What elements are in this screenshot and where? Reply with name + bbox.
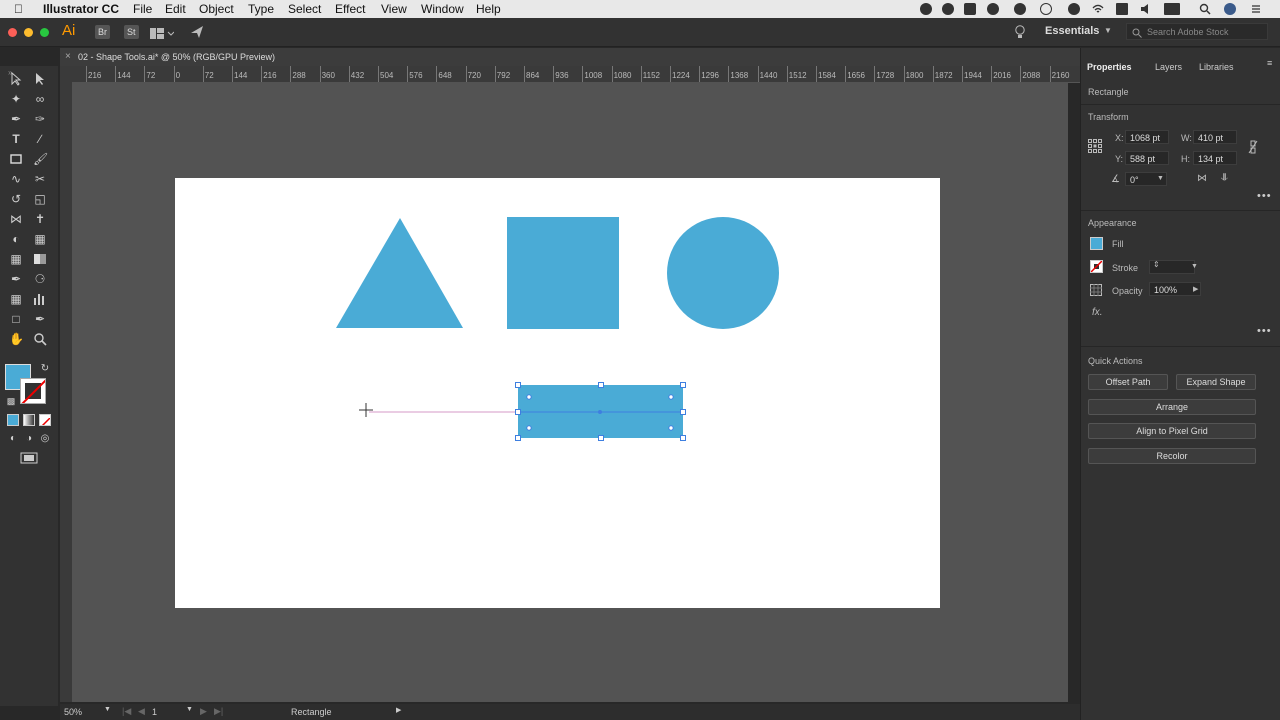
search-stock-input[interactable]: Search Adobe Stock [1126, 23, 1268, 40]
effects-button[interactable]: fx. [1092, 307, 1103, 318]
stepper-icon[interactable]: ⇕ [1153, 260, 1160, 269]
height-field[interactable]: 134 pt [1193, 151, 1237, 165]
more-transform-options-icon[interactable]: ••• [1257, 190, 1272, 202]
x-label: X: [1115, 133, 1124, 143]
current-tool-label: Rectangle [291, 707, 332, 717]
constrain-proportions-icon[interactable] [1248, 140, 1258, 156]
search-placeholder: Search Adobe Stock [1147, 27, 1229, 37]
tab-properties[interactable]: Properties [1087, 62, 1132, 72]
w-label: W: [1181, 133, 1192, 143]
center-point [598, 410, 602, 414]
align-to-pixel-grid-button[interactable]: Align to Pixel Grid [1088, 423, 1256, 439]
offset-path-button[interactable]: Offset Path [1088, 374, 1168, 390]
status-menu-icon[interactable]: ▶ [396, 706, 401, 714]
wifi-icon[interactable] [1092, 3, 1104, 15]
y-label: Y: [1115, 154, 1124, 164]
chevron-down-icon[interactable]: ▼ [1157, 175, 1164, 182]
selection-type-label: Rectangle [1088, 87, 1129, 97]
circle-shape[interactable] [667, 217, 779, 329]
volume-icon[interactable] [1140, 3, 1152, 15]
properties-panel: Properties Layers Libraries ≡ Rectangle … [1080, 48, 1280, 720]
appearance-heading: Appearance [1088, 218, 1137, 228]
fill-label: Fill [1112, 239, 1124, 249]
zoom-dropdown-icon[interactable]: ▼ [104, 706, 111, 713]
rotate-angle-icon: ∡ [1111, 174, 1120, 185]
tab-layers[interactable]: Layers [1155, 62, 1182, 72]
expand-shape-button[interactable]: Expand Shape [1176, 374, 1256, 390]
zoom-level-field[interactable]: 50% [64, 707, 82, 717]
y-position-field[interactable]: 588 pt [1125, 151, 1169, 165]
fill-swatch[interactable] [1090, 237, 1103, 250]
recolor-button[interactable]: Recolor [1088, 448, 1256, 464]
search-icon [1132, 27, 1142, 44]
transform-heading: Transform [1088, 112, 1129, 122]
first-artboard-icon[interactable]: |◀ [122, 706, 131, 717]
previous-artboard-icon[interactable]: ◀ [138, 706, 145, 717]
last-artboard-icon[interactable]: ▶| [214, 706, 223, 717]
airplay-icon[interactable] [1116, 3, 1128, 15]
quick-actions-heading: Quick Actions [1088, 356, 1143, 366]
stroke-label: Stroke [1112, 263, 1139, 273]
opacity-icon [1090, 284, 1102, 298]
artboard-dropdown-icon[interactable]: ▼ [186, 706, 193, 713]
panel-menu-icon[interactable]: ≡ [1267, 58, 1273, 68]
chevron-down-icon[interactable]: ▼ [1191, 263, 1198, 270]
flip-vertical-icon[interactable]: ⥥ [1221, 173, 1228, 184]
opacity-label: Opacity [1112, 286, 1143, 296]
battery-icon[interactable] [1164, 3, 1180, 15]
stroke-swatch[interactable] [1090, 260, 1103, 273]
user-avatar[interactable] [1224, 3, 1236, 15]
notification-center-icon[interactable] [1250, 3, 1262, 15]
artboard-number-field[interactable]: 1 [152, 707, 157, 717]
more-appearance-options-icon[interactable]: ••• [1257, 325, 1272, 337]
next-artboard-icon[interactable]: ▶ [200, 706, 207, 717]
arrange-button[interactable]: Arrange [1088, 399, 1256, 415]
width-field[interactable]: 410 pt [1193, 130, 1237, 144]
chevron-right-icon[interactable]: ▶ [1193, 285, 1198, 293]
status-bar: 50% ▼ |◀ ◀ 1 ▼ ▶ ▶| Rectangle ▶ [60, 704, 1080, 720]
tab-libraries[interactable]: Libraries [1199, 62, 1234, 72]
h-label: H: [1181, 154, 1190, 164]
triangle-shape[interactable] [336, 218, 463, 328]
crosshair-cursor-icon [359, 403, 373, 417]
reference-point-icon[interactable] [1088, 139, 1102, 155]
artwork-layer [336, 217, 779, 441]
flip-horizontal-icon[interactable]: ⋈ [1197, 173, 1207, 184]
spotlight-icon[interactable] [1199, 3, 1211, 15]
x-position-field[interactable]: 1068 pt [1125, 130, 1169, 144]
square-shape[interactable] [507, 217, 619, 329]
chevron-down-icon[interactable]: ▼ [1104, 26, 1112, 35]
